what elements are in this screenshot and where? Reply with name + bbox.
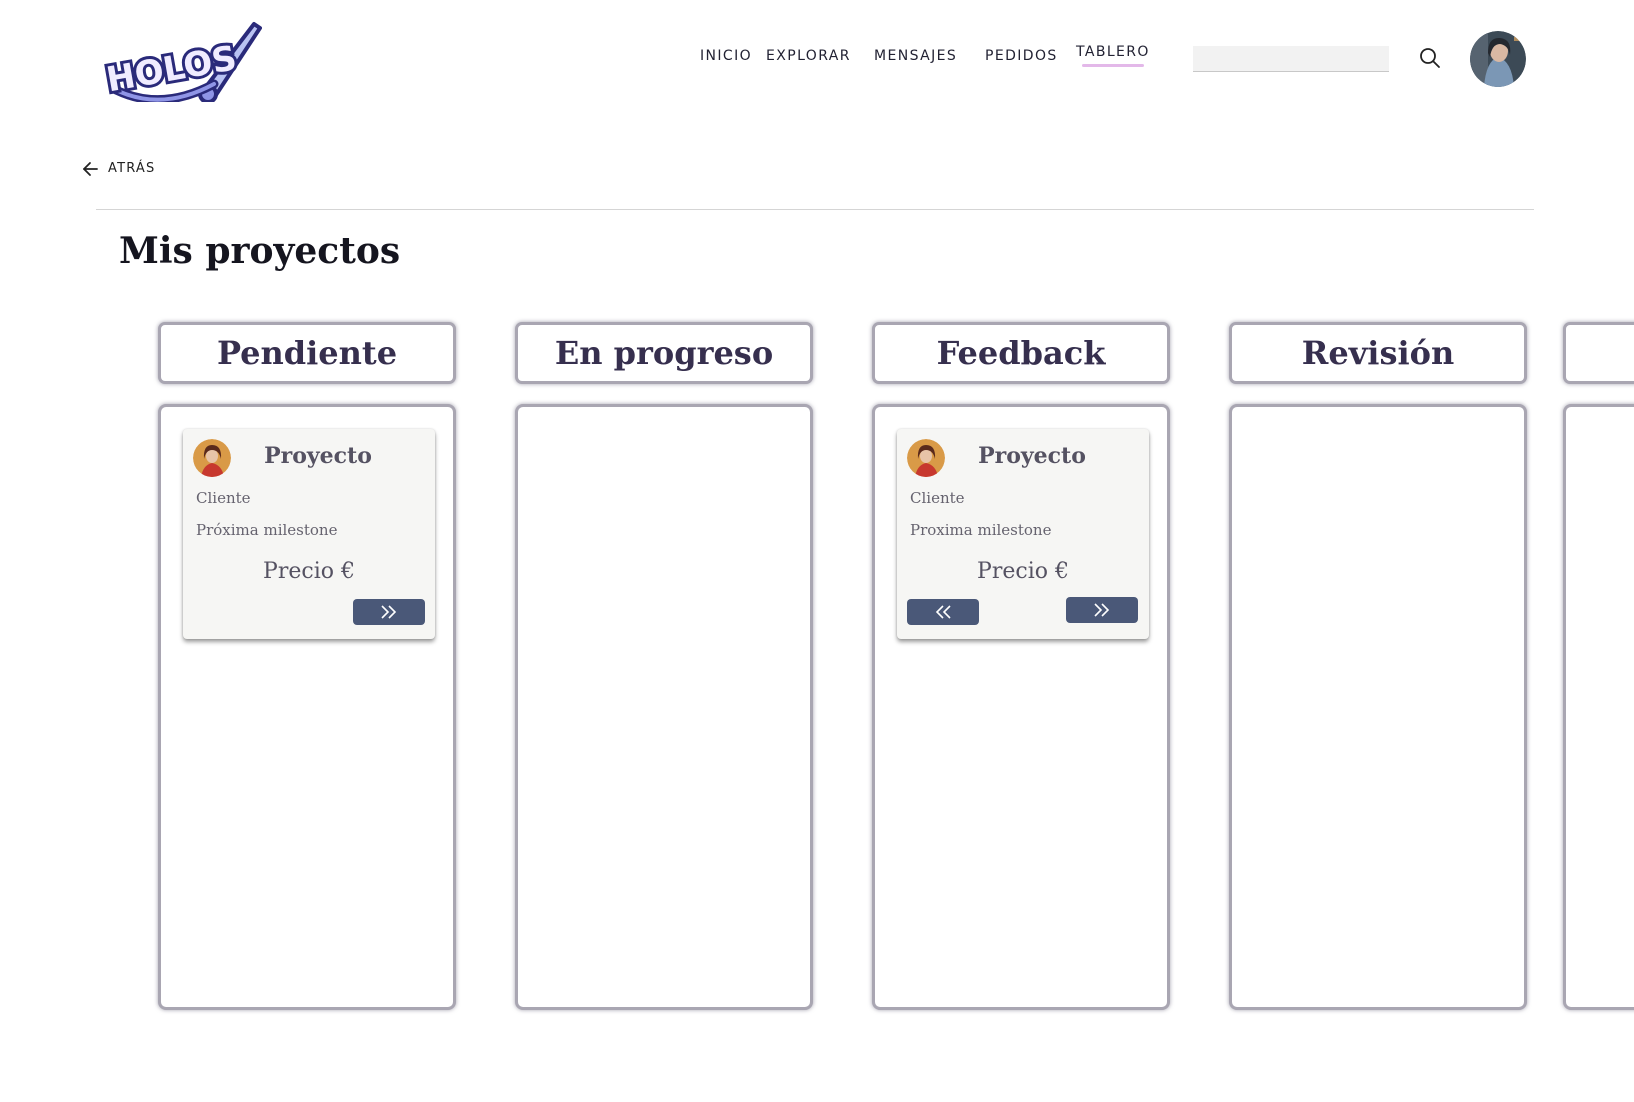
search-icon[interactable] — [1418, 46, 1442, 70]
client-avatar — [193, 439, 231, 477]
project-milestone: Próxima milestone — [196, 521, 338, 539]
chevrons-left-icon — [935, 605, 951, 619]
project-client: Cliente — [196, 489, 251, 507]
column-revision — [1229, 404, 1527, 1010]
chevrons-right-icon — [381, 605, 397, 619]
nav-pedidos[interactable]: PEDIDOS — [985, 48, 1058, 64]
project-milestone: Proxima milestone — [910, 521, 1052, 539]
page: HOLOS INICIO EXPLORAR MENSAJES PEDIDOS T… — [0, 0, 1634, 1102]
page-title: Mis proyectos — [119, 230, 401, 272]
chevrons-right-icon — [1094, 603, 1110, 617]
column-next — [1563, 404, 1634, 1010]
nav-explorar[interactable]: EXPLORAR — [766, 48, 851, 64]
project-card[interactable]: Proyecto Cliente Próxima milestone Preci… — [183, 429, 435, 639]
nav-tablero[interactable]: TABLERO — [1076, 44, 1150, 67]
column-header-revision: Revisión — [1229, 322, 1527, 384]
column-en-progreso — [515, 404, 813, 1010]
arrow-left-icon — [83, 162, 98, 176]
project-title: Proyecto — [264, 443, 372, 469]
user-avatar[interactable] — [1470, 31, 1526, 87]
column-feedback: Proyecto Cliente Proxima milestone Preci… — [872, 404, 1170, 1010]
client-avatar — [907, 439, 945, 477]
column-header-feedback: Feedback — [872, 322, 1170, 384]
column-header-en-progreso: En progreso — [515, 322, 813, 384]
search-input[interactable] — [1193, 46, 1389, 72]
project-card[interactable]: Proyecto Cliente Proxima milestone Preci… — [897, 429, 1149, 639]
project-price: Precio € — [263, 559, 355, 584]
column-pendiente: Proyecto Cliente Próxima milestone Preci… — [158, 404, 456, 1010]
column-header-next — [1563, 322, 1634, 384]
divider — [96, 209, 1534, 210]
back-label: ATRÁS — [108, 161, 156, 176]
move-prev-button[interactable] — [907, 599, 979, 625]
column-header-pendiente: Pendiente — [158, 322, 456, 384]
project-title: Proyecto — [978, 443, 1086, 469]
holos-logo[interactable]: HOLOS — [102, 20, 262, 102]
nav-inicio[interactable]: INICIO — [700, 48, 752, 64]
project-price: Precio € — [977, 559, 1069, 584]
move-next-button[interactable] — [1066, 597, 1138, 623]
nav-mensajes[interactable]: MENSAJES — [874, 48, 957, 64]
project-client: Cliente — [910, 489, 965, 507]
move-next-button[interactable] — [353, 599, 425, 625]
